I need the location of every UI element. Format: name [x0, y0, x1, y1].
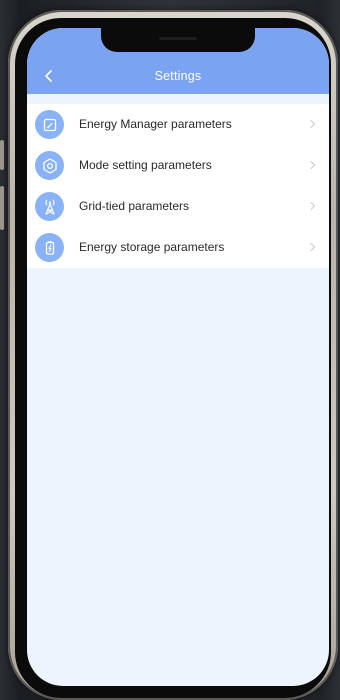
chevron-right-icon [309, 160, 317, 170]
gear-icon [35, 151, 64, 180]
menu-item-energy-manager[interactable]: Energy Manager parameters [27, 104, 329, 145]
menu-item-label: Energy Manager parameters [79, 117, 232, 131]
menu-item-label: Energy storage parameters [79, 240, 225, 254]
menu-item-label: Mode setting parameters [79, 158, 212, 172]
battery-icon [35, 233, 64, 262]
menu-item-label: Grid-tied parameters [79, 199, 190, 213]
phone-side-button [0, 140, 4, 170]
chevron-right-icon [309, 201, 317, 211]
chevron-right-icon [309, 242, 317, 252]
menu-item-mode-setting[interactable]: Mode setting parameters [27, 145, 329, 186]
phone-side-button [0, 186, 4, 230]
page-title: Settings [154, 69, 202, 83]
energy-manager-icon [35, 110, 64, 139]
phone-screen: Settings Energy Manager parameters Mode … [27, 28, 329, 686]
transmission-tower-icon [35, 192, 64, 221]
phone-notch [101, 28, 255, 52]
menu-item-energy-storage[interactable]: Energy storage parameters [27, 227, 329, 268]
settings-list: Energy Manager parameters Mode setting p… [27, 104, 329, 268]
menu-item-grid-tied[interactable]: Grid-tied parameters [27, 186, 329, 227]
chevron-right-icon [309, 119, 317, 129]
